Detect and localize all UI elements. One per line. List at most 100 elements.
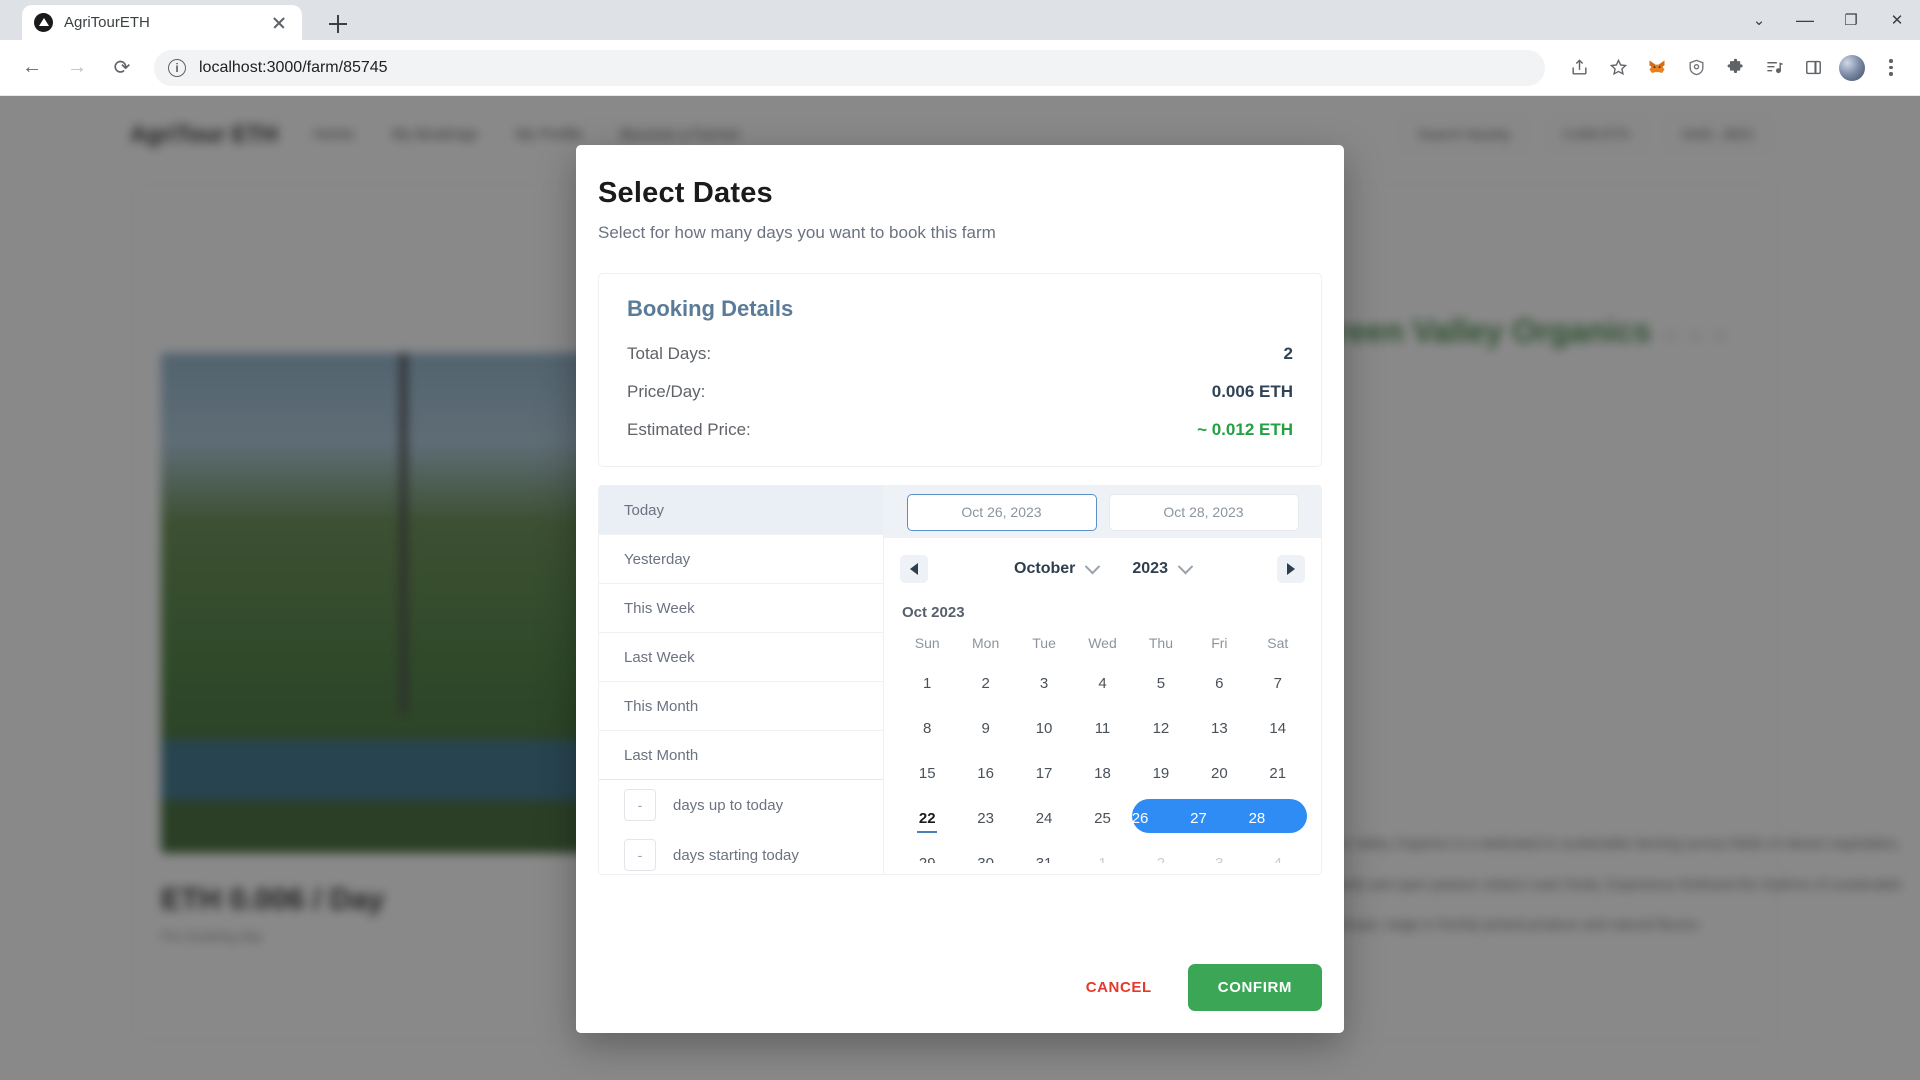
weekday-fri: Fri xyxy=(1211,635,1228,651)
side-panel-icon[interactable] xyxy=(1796,51,1830,85)
preset-this-week[interactable]: This Week xyxy=(599,584,883,633)
chevron-down-icon xyxy=(1177,558,1194,574)
calendar-day[interactable]: 20 xyxy=(1190,765,1248,782)
modal-title: Select Dates xyxy=(598,177,773,209)
calendar-day[interactable]: 21 xyxy=(1249,765,1307,782)
weekday-header-row: Sun Mon Tue Wed Thu Fri Sat xyxy=(898,635,1307,661)
calendar-day[interactable]: 1 xyxy=(898,675,956,692)
browser-tab[interactable]: AgriTourETH xyxy=(22,5,302,40)
forward-icon[interactable]: → xyxy=(59,50,95,86)
extensions-puzzle-icon[interactable] xyxy=(1718,51,1752,85)
days-up-to-today-label: days up to today xyxy=(673,796,784,814)
year-select[interactable]: 2023 xyxy=(1132,558,1194,578)
calendar-week-row-clipped: 29 30 31 1 2 3 4 xyxy=(898,841,1307,863)
calendar-day-outside[interactable]: 2 xyxy=(1132,855,1190,863)
calendar-day[interactable]: 15 xyxy=(898,765,956,782)
prev-month-arrow-icon[interactable] xyxy=(900,555,928,583)
calendar-day-selected-end[interactable]: 28 xyxy=(1249,810,1307,827)
calendar-day[interactable]: 7 xyxy=(1249,675,1307,692)
calendar-day[interactable]: 29 xyxy=(898,855,956,863)
weekday-wed: Wed xyxy=(1088,635,1117,651)
calendar-day[interactable]: 8 xyxy=(898,720,956,737)
metamask-fox-icon[interactable] xyxy=(1640,51,1674,85)
url-text: localhost:3000/farm/85745 xyxy=(199,58,388,76)
calendar-day[interactable]: 10 xyxy=(1015,720,1073,737)
address-bar[interactable]: i localhost:3000/farm/85745 xyxy=(154,49,1545,86)
calendar-month-label: Oct 2023 xyxy=(902,604,965,621)
calendar-day[interactable]: 18 xyxy=(1073,765,1131,782)
more-menu-icon[interactable] xyxy=(1874,51,1908,85)
calendar-day[interactable]: 24 xyxy=(1015,810,1073,827)
booking-detail-row-total-days: Total Days: 2 xyxy=(627,344,1293,364)
preset-today[interactable]: Today xyxy=(599,486,883,535)
calendar-day[interactable]: 30 xyxy=(956,855,1014,863)
calendar-day[interactable]: 9 xyxy=(956,720,1014,737)
calendar-day-today[interactable]: 22 xyxy=(898,810,956,827)
confirm-button[interactable]: CONFIRM xyxy=(1187,963,1322,1011)
calendar-day[interactable]: 16 xyxy=(956,765,1014,782)
browser-window: AgriTourETH ⌄ — ❐ ✕ ← → ⟳ i localhost:30… xyxy=(0,0,1920,1080)
close-window-icon[interactable]: ✕ xyxy=(1874,0,1920,40)
preset-last-month[interactable]: Last Month xyxy=(599,731,883,780)
profile-avatar[interactable] xyxy=(1835,51,1869,85)
calendar-day[interactable]: 6 xyxy=(1190,675,1248,692)
weekday-mon: Mon xyxy=(972,635,1000,651)
toolbar-icons xyxy=(1557,51,1920,85)
site-info-icon[interactable]: i xyxy=(168,58,186,77)
calendar-header: October 2023 xyxy=(884,538,1321,600)
calendar-day[interactable]: 4 xyxy=(1073,675,1131,692)
calendar-day[interactable]: 25 xyxy=(1073,810,1131,827)
preset-yesterday[interactable]: Yesterday xyxy=(599,535,883,584)
cancel-button[interactable]: CANCEL xyxy=(1072,969,1166,1006)
calendar-day[interactable]: 14 xyxy=(1249,720,1307,737)
maximize-icon[interactable]: ❐ xyxy=(1828,0,1874,40)
chevron-down-icon xyxy=(1085,558,1101,574)
tab-strip: AgriTourETH ⌄ — ❐ ✕ xyxy=(0,0,1920,40)
calendar-day[interactable]: 5 xyxy=(1132,675,1190,692)
reload-icon[interactable]: ⟳ xyxy=(104,50,140,86)
days-up-to-today-input[interactable]: - xyxy=(624,789,656,821)
calendar-day[interactable]: 13 xyxy=(1190,720,1248,737)
bookmark-star-icon[interactable] xyxy=(1601,51,1635,85)
end-date-input[interactable]: Oct 28, 2023 xyxy=(1108,493,1299,531)
preset-last-week[interactable]: Last Week xyxy=(599,633,883,682)
days-starting-today-input[interactable]: - xyxy=(624,839,656,871)
calendar-day[interactable]: 11 xyxy=(1073,720,1131,737)
calendar-day[interactable]: 31 xyxy=(1015,855,1073,863)
price-per-day-value: 0.006 ETH xyxy=(1211,382,1293,401)
shield-icon[interactable] xyxy=(1679,51,1713,85)
calendar-day[interactable]: 2 xyxy=(956,675,1014,692)
weekday-tue: Tue xyxy=(1032,635,1056,651)
tab-title: AgriTourETH xyxy=(64,14,150,31)
preset-list: Today Yesterday This Week Last Week This… xyxy=(599,486,884,874)
calendar-day-outside[interactable]: 4 xyxy=(1249,855,1307,863)
calendar-day[interactable]: 19 xyxy=(1132,765,1190,782)
calendar-day[interactable]: 23 xyxy=(956,810,1014,827)
calendar-day-selected-start[interactable]: 26 xyxy=(1132,810,1190,827)
tab-list-icon[interactable]: ⌄ xyxy=(1736,0,1782,40)
calendar-day[interactable]: 3 xyxy=(1015,675,1073,692)
calendar-week-row: 15 16 17 18 19 20 21 xyxy=(898,751,1307,796)
calendar-day-outside[interactable]: 1 xyxy=(1073,855,1131,863)
media-list-icon[interactable] xyxy=(1757,51,1791,85)
modal-header: Select Dates Select for how many days yo… xyxy=(576,145,1344,243)
minimize-icon[interactable]: — xyxy=(1782,0,1828,40)
close-icon[interactable] xyxy=(268,12,290,34)
calendar-day-selected[interactable]: 27 xyxy=(1190,810,1248,827)
start-date-input[interactable]: Oct 26, 2023 xyxy=(906,493,1097,531)
month-value: October xyxy=(1014,560,1076,577)
share-icon[interactable] xyxy=(1562,51,1596,85)
calendar-week-row-selected: 22 23 24 25 26 27 28 xyxy=(898,796,1307,841)
estimated-price-value: ~ 0.012 ETH xyxy=(1197,420,1293,439)
calendar-day[interactable]: 12 xyxy=(1132,720,1190,737)
next-month-arrow-icon[interactable] xyxy=(1277,555,1305,583)
select-dates-modal: Select Dates Select for how many days yo… xyxy=(576,145,1344,1033)
back-icon[interactable]: ← xyxy=(14,50,50,86)
month-select[interactable]: October xyxy=(1014,558,1101,578)
booking-details-heading: Booking Details xyxy=(627,296,794,321)
new-tab-button[interactable] xyxy=(325,11,351,37)
calendar-day[interactable]: 17 xyxy=(1015,765,1073,782)
preset-this-month[interactable]: This Month xyxy=(599,682,883,731)
calendar-day-outside[interactable]: 3 xyxy=(1190,855,1248,863)
booking-details-panel: Booking Details Total Days: 2 Price/Day:… xyxy=(598,273,1322,467)
